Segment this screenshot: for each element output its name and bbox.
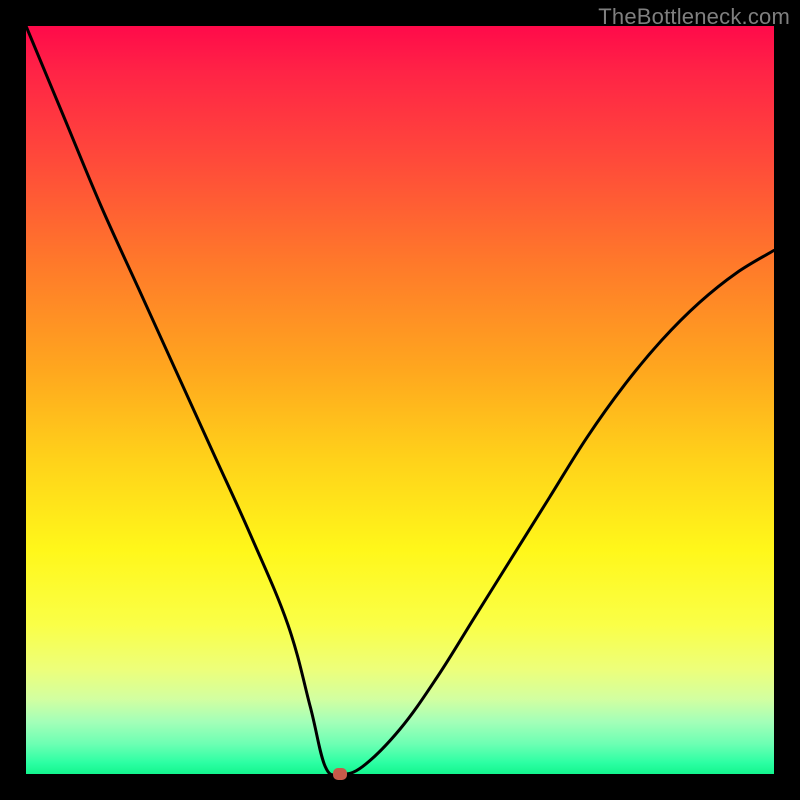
chart-frame: TheBottleneck.com [0, 0, 800, 800]
minimum-marker [333, 768, 347, 780]
plot-area [26, 26, 774, 774]
curve-svg [26, 26, 774, 774]
bottleneck-curve [26, 26, 774, 775]
